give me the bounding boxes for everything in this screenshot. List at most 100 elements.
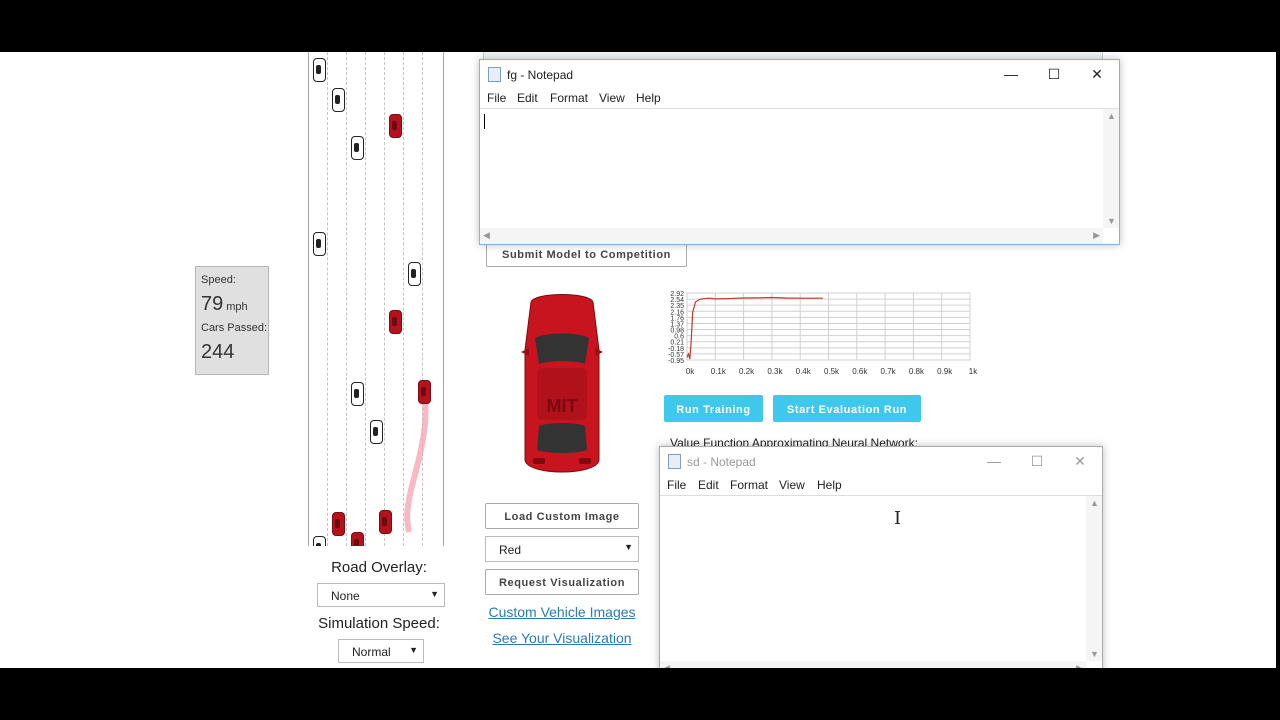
close-button[interactable]: ✕ — [1075, 63, 1119, 85]
vertical-scrollbar[interactable]: ▲ ▼ — [1103, 109, 1119, 228]
chart-x-tick-label: 0.3k — [767, 367, 783, 376]
menu-view[interactable]: View — [779, 478, 805, 492]
traffic-car — [313, 58, 326, 82]
menu-help[interactable]: Help — [817, 478, 842, 492]
traffic-car-red — [332, 512, 345, 536]
cars-passed-label: Cars Passed: — [201, 322, 268, 334]
reward-chart: 0k 0.1k 0.2k 0.3k 0.4k 0.5k 0.6k 0.7k 0.8k 0.9k 1k… — [668, 291, 978, 376]
scroll-left-icon[interactable]: ◀ — [663, 663, 670, 668]
chart-x-tick-label: 0.2k — [739, 367, 755, 376]
notepad-title: sd - Notepad — [687, 455, 756, 469]
menu-file[interactable]: File — [487, 91, 506, 105]
menu-view[interactable]: View — [599, 91, 625, 105]
road-overlay-select[interactable]: None ▼ — [317, 583, 445, 607]
speed-value: 79 mph — [201, 293, 248, 316]
close-button[interactable]: ✕ — [1058, 450, 1102, 472]
speed-label: Speed: — [201, 274, 236, 286]
traffic-car — [351, 136, 364, 160]
chart-x-tick-label: 1k — [969, 367, 978, 376]
load-custom-image-button[interactable]: Load Custom Image — [485, 503, 639, 529]
dropdown-arrow-icon: ▼ — [430, 589, 439, 599]
traffic-car — [408, 262, 421, 286]
simulation-speed-select[interactable]: Normal ▼ — [338, 639, 424, 663]
scroll-down-icon[interactable]: ▼ — [1090, 649, 1099, 659]
color-value: Red — [499, 543, 522, 557]
ego-car — [418, 380, 431, 404]
traffic-car — [332, 88, 345, 112]
speed-panel: Speed: 79 mph Cars Passed: 244 — [195, 266, 269, 375]
menu-file[interactable]: File — [667, 478, 686, 492]
custom-vehicle-images-link[interactable]: Custom Vehicle Images — [482, 604, 642, 620]
road-overlay-value: None — [331, 589, 360, 603]
dropdown-arrow-icon: ▼ — [624, 542, 633, 552]
chart-x-tick-label: 0.5k — [824, 367, 840, 376]
road-canvas — [308, 52, 444, 546]
scroll-up-icon[interactable]: ▲ — [1090, 498, 1099, 508]
traffic-car — [351, 382, 364, 406]
traffic-car-red — [389, 310, 402, 334]
maximize-button[interactable]: ☐ — [1015, 450, 1059, 472]
text-caret — [484, 114, 485, 129]
car-logo: MIT — [547, 396, 578, 416]
road-overlay-label: Road Overlay: — [331, 559, 427, 576]
minimize-button[interactable]: — — [972, 450, 1016, 472]
notepad-titlebar[interactable]: sd - Notepad — ☐ ✕ — [660, 447, 1102, 475]
chart-x-tick-label: 0.1k — [711, 367, 727, 376]
dropdown-arrow-icon: ▼ — [409, 645, 418, 655]
traffic-car — [370, 420, 383, 444]
notepad-text-area[interactable]: ▲ ▼ ◀ ▶ — [480, 108, 1119, 244]
trajectory-trail — [404, 391, 429, 533]
scroll-down-icon[interactable]: ▼ — [1107, 216, 1116, 226]
request-visualization-button[interactable]: Request Visualization — [485, 569, 639, 595]
traffic-car-red — [379, 510, 392, 534]
chart-x-tick-label: 0.9k — [937, 367, 953, 376]
maximize-button[interactable]: ☐ — [1032, 63, 1076, 85]
car-image: MIT — [521, 294, 603, 473]
menu-format[interactable]: Format — [730, 478, 768, 492]
chart-x-tick-label: 0k — [686, 367, 695, 376]
vertical-scrollbar[interactable]: ▲ ▼ — [1086, 496, 1102, 661]
notepad-text-area[interactable]: I ▲ ▼ ◀ ▶ — [660, 495, 1102, 668]
scroll-right-icon[interactable]: ▶ — [1093, 230, 1100, 241]
scroll-up-icon[interactable]: ▲ — [1107, 111, 1116, 121]
minimize-button[interactable]: — — [989, 63, 1033, 85]
notepad-menubar: File Edit Format View Help — [660, 475, 1102, 495]
menu-format[interactable]: Format — [550, 91, 588, 105]
see-your-visualization-link[interactable]: See Your Visualization — [482, 630, 642, 646]
chart-x-tick-label: 0.8k — [909, 367, 925, 376]
chart-y-tick-label: -0.95 — [668, 358, 684, 365]
speed-number: 79 — [201, 293, 224, 315]
text-cursor-icon: I — [894, 508, 902, 529]
run-training-button[interactable]: Run Training — [664, 395, 763, 422]
notepad-title: fg - Notepad — [507, 68, 574, 82]
menu-help[interactable]: Help — [636, 91, 661, 105]
window-edge — [1276, 52, 1280, 668]
traffic-car — [313, 536, 326, 546]
notepad-menubar: File Edit Format View Help — [480, 88, 1119, 108]
cars-passed-value: 244 — [201, 341, 235, 363]
menu-edit[interactable]: Edit — [698, 478, 719, 492]
browser-page: Speed: 79 mph Cars Passed: 244 Road Overl… — [0, 52, 1276, 668]
speed-unit: mph — [226, 301, 248, 313]
traffic-car-red — [351, 532, 364, 546]
notepad-window-sd[interactable]: sd - Notepad — ☐ ✕ File Edit Format View… — [659, 446, 1103, 668]
simulation-speed-label: Simulation Speed: — [318, 615, 440, 632]
notepad-icon — [668, 454, 681, 469]
traffic-car — [313, 232, 326, 256]
notepad-icon — [488, 67, 501, 82]
horizontal-scrollbar[interactable]: ◀ ▶ — [480, 228, 1103, 244]
notepad-titlebar[interactable]: fg - Notepad — ☐ ✕ — [480, 60, 1119, 88]
color-select[interactable]: Red ▼ — [485, 536, 639, 562]
traffic-car-red — [389, 114, 402, 138]
chart-x-tick-label: 0.6k — [852, 367, 868, 376]
simulation-speed-value: Normal — [352, 645, 391, 659]
submit-model-button[interactable]: Submit Model to Competition — [486, 243, 687, 267]
scroll-left-icon[interactable]: ◀ — [483, 230, 490, 241]
horizontal-scrollbar[interactable]: ◀ ▶ — [660, 661, 1086, 668]
menu-edit[interactable]: Edit — [517, 91, 538, 105]
start-evaluation-run-button[interactable]: Start Evaluation Run — [773, 395, 921, 422]
chart-x-tick-label: 0.7k — [881, 367, 897, 376]
chart-x-tick-label: 0.4k — [796, 367, 812, 376]
notepad-window-fg[interactable]: fg - Notepad — ☐ ✕ File Edit Format View… — [479, 59, 1120, 245]
scroll-right-icon[interactable]: ▶ — [1076, 663, 1083, 668]
